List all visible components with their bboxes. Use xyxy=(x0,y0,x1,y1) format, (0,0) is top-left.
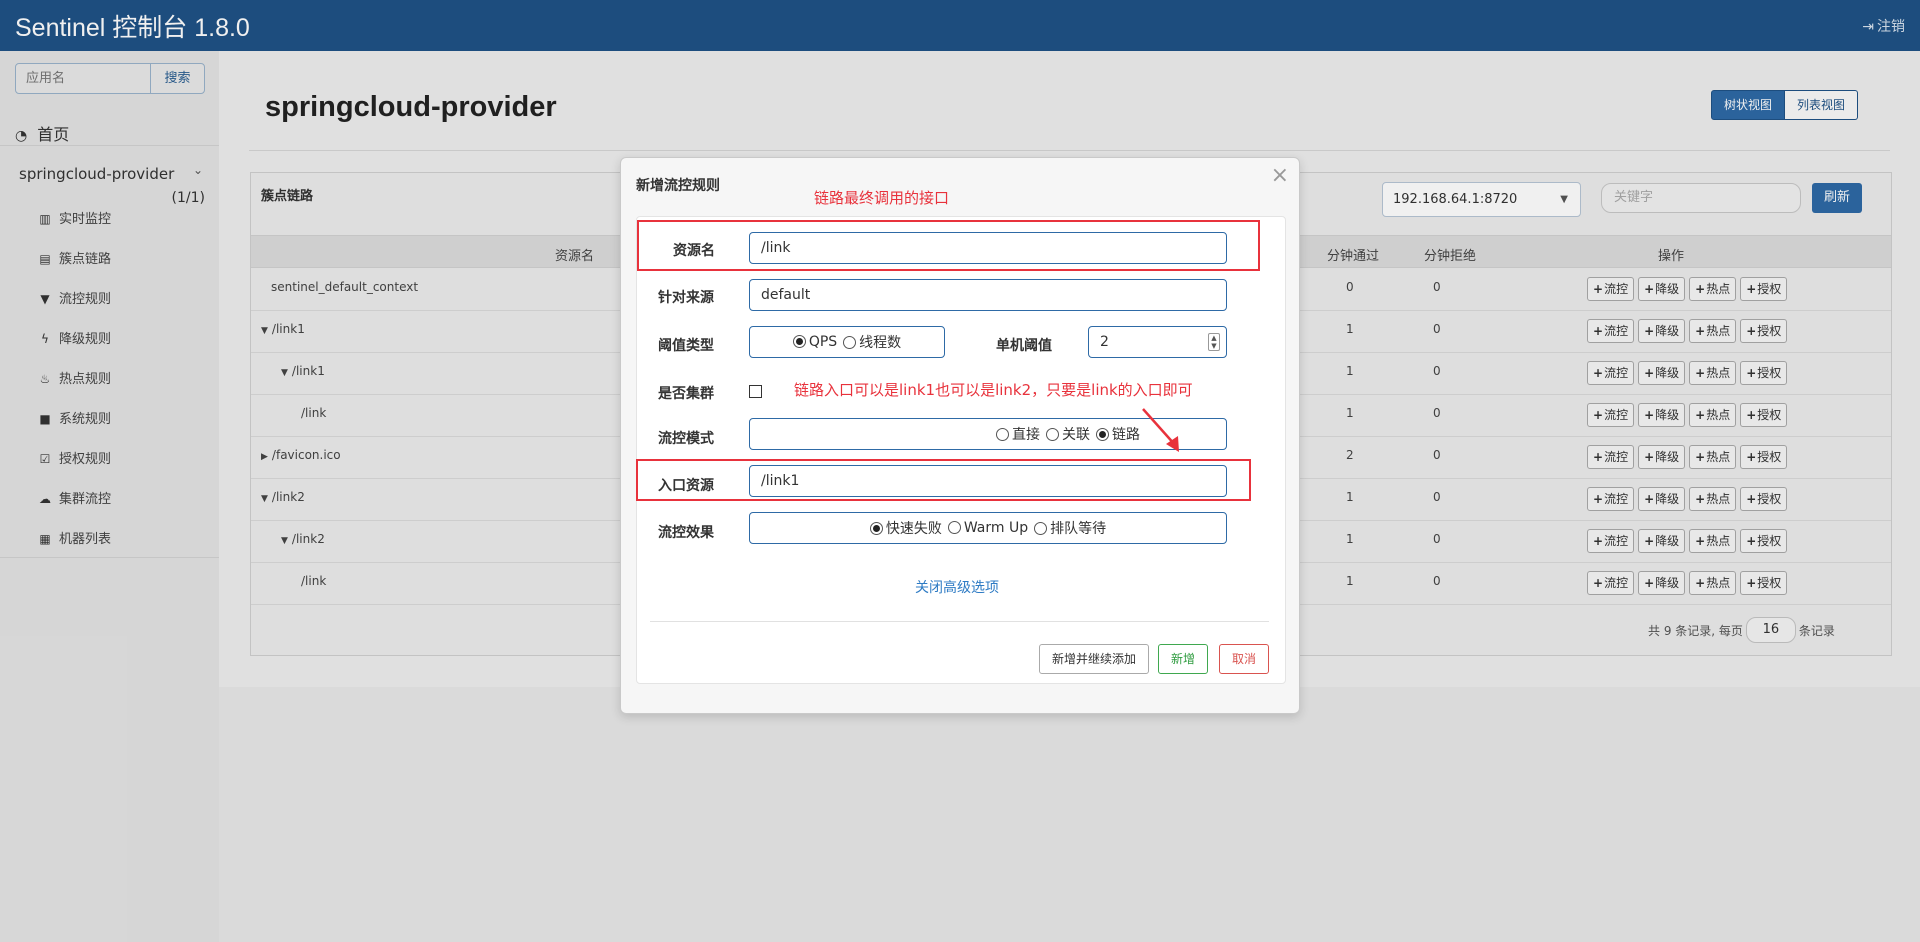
modal-title: 新增流控规则 xyxy=(636,178,720,194)
label-cluster: 是否集群 xyxy=(658,386,714,402)
radio-qps[interactable]: QPS xyxy=(792,334,837,350)
radio-chain[interactable]: 链路 xyxy=(1096,424,1140,444)
grade-radio-group: QPS 线程数 xyxy=(749,326,945,358)
behavior-radio-group: 快速失败 Warm Up 排队等待 xyxy=(749,512,1227,544)
cluster-checkbox[interactable] xyxy=(749,385,762,398)
radio-direct[interactable]: 直接 xyxy=(996,424,1040,444)
radio-fast-fail[interactable]: 快速失败 xyxy=(869,518,942,538)
radio-relate[interactable]: 关联 xyxy=(1046,424,1090,444)
annotation-middle-text: 链路入口可以是link1也可以是link2，只要是link的入口即可 xyxy=(794,381,1193,399)
annotation-arrow xyxy=(1142,408,1179,452)
modal-footer-divider xyxy=(650,621,1269,622)
add-and-continue-button[interactable]: 新增并继续添加 xyxy=(1039,644,1149,674)
add-button[interactable]: 新增 xyxy=(1158,644,1208,674)
cancel-button[interactable]: 取消 xyxy=(1219,644,1269,674)
radio-queue[interactable]: 排队等待 xyxy=(1034,518,1106,538)
annotation-box-resource xyxy=(637,220,1260,271)
radio-thread[interactable]: 线程数 xyxy=(843,332,901,352)
radio-warm-up[interactable]: Warm Up xyxy=(947,520,1028,536)
stepper-icon[interactable]: ▲ ▼ xyxy=(1208,333,1220,351)
label-strategy: 流控模式 xyxy=(658,431,714,447)
limit-app-input[interactable]: default xyxy=(749,279,1227,311)
annotation-box-ref-resource xyxy=(636,459,1251,501)
label-count: 单机阈值 xyxy=(996,338,1052,354)
label-limit-app: 针对来源 xyxy=(658,290,714,306)
label-behavior: 流控效果 xyxy=(658,525,714,541)
count-input[interactable]: 2 ▲ ▼ xyxy=(1088,326,1227,358)
label-grade: 阈值类型 xyxy=(658,338,714,354)
toggle-advanced-link[interactable]: 关闭高级选项 xyxy=(915,577,999,597)
close-icon[interactable]: × xyxy=(1271,163,1289,188)
annotation-top-text: 链路最终调用的接口 xyxy=(814,189,950,207)
